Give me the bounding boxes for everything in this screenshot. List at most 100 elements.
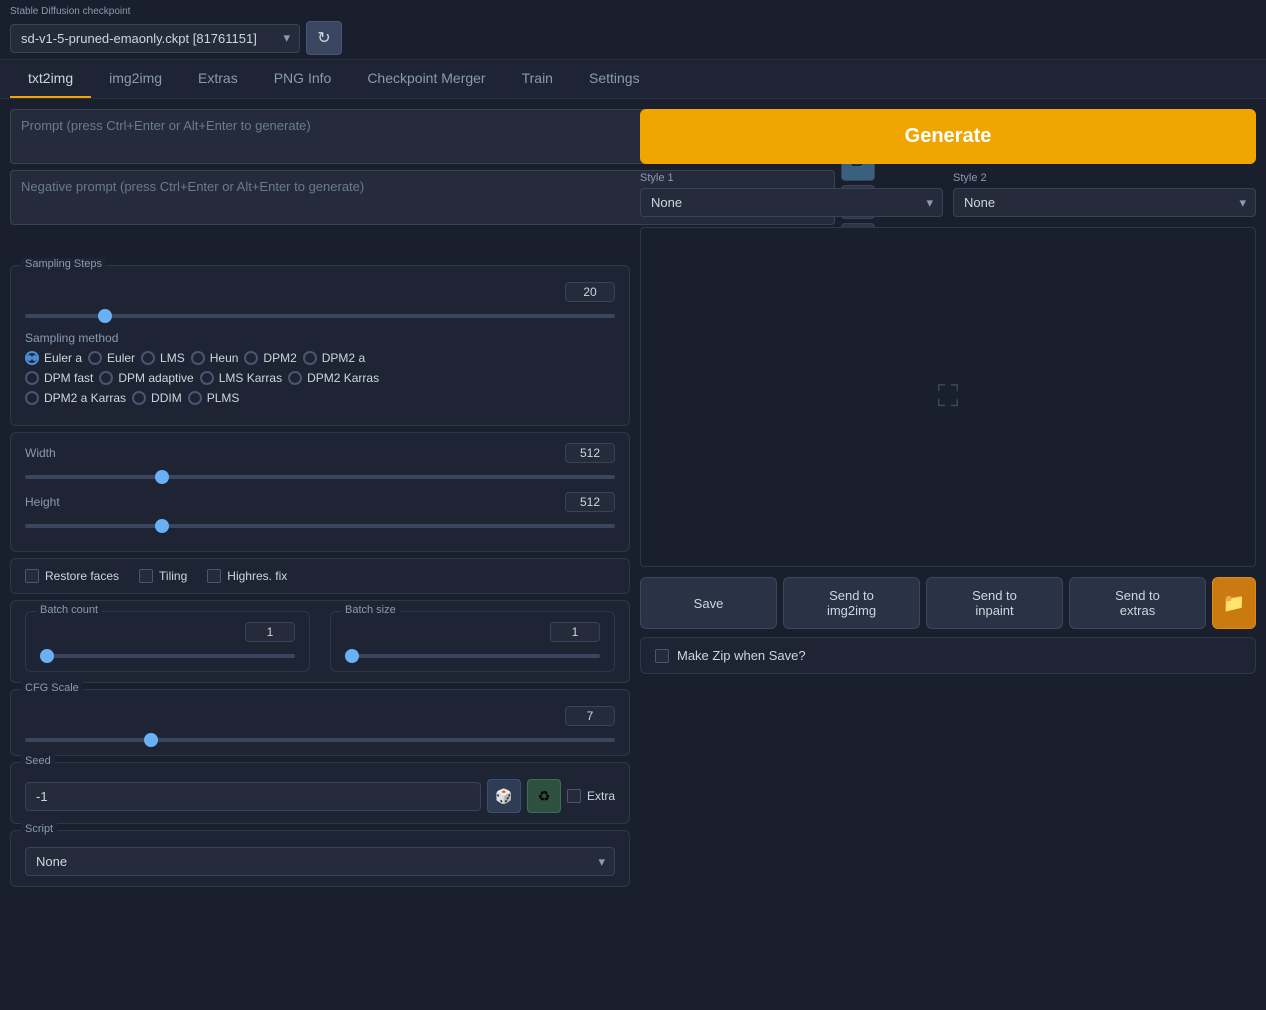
extra-label: Extra [587,789,615,803]
tiling-checkbox[interactable]: Tiling [139,569,187,583]
batch-count-label: Batch count [36,604,102,616]
tab-checkpoint-merger[interactable]: Checkpoint Merger [349,60,503,98]
radio-label-plms: PLMS [207,391,240,405]
sampling-steps-row: 20 [25,282,615,302]
style2-label: Style 2 [953,172,1256,184]
sampling-steps-slider[interactable] [25,314,615,318]
tab-png-info[interactable]: PNG Info [256,60,350,98]
style1-label: Style 1 [640,172,943,184]
style2-select[interactable]: None [953,188,1256,217]
radio-circle-dpm2-a-karras [25,391,39,405]
send-inpaint-button[interactable]: Send to inpaint [926,577,1063,629]
image-preview: ⛶ [640,227,1256,567]
radio-circle-lms-karras [200,371,214,385]
extra-checkbox[interactable]: Extra [567,789,615,803]
seed-input[interactable] [25,782,481,811]
radio-euler[interactable]: Euler [88,351,135,365]
negative-prompt-placeholder: Negative prompt (press Ctrl+Enter or Alt… [21,179,364,194]
radio-dpm2-a[interactable]: DPM2 a [303,351,365,365]
cfg-scale-slider[interactable] [25,738,615,742]
action-buttons: Save Send to img2img Send to inpaint Sen… [640,577,1256,629]
tab-txt2img[interactable]: txt2img [10,60,91,98]
tab-train[interactable]: Train [504,60,571,98]
radio-lms[interactable]: LMS [141,351,185,365]
width-group: Width 512 [25,443,615,482]
radio-label-dpm2-a: DPM2 a [322,351,365,365]
right-panel: Generate Style 1 None Style 2 None [630,109,1256,887]
cfg-scale-label: CFG Scale [21,682,83,694]
radio-dpm2-karras[interactable]: DPM2 Karras [288,371,379,385]
radio-dpm-adaptive[interactable]: DPM adaptive [99,371,193,385]
radio-circle-plms [188,391,202,405]
width-row: Width 512 [25,443,615,463]
checkbox-row: Restore faces Tiling Highres. fix [10,558,630,594]
tiling-label: Tiling [159,569,187,583]
radio-circle-dpm2-karras [288,371,302,385]
batch-count-group: Batch count 1 [25,611,310,672]
batch-count-slider[interactable] [40,654,295,658]
batch-size-group: Batch size 1 [330,611,615,672]
width-value: 512 [565,443,615,463]
zip-label: Make Zip when Save? [677,648,806,663]
width-slider[interactable] [25,475,615,479]
extra-box [567,789,581,803]
seed-row: 🎲 ♻ Extra [25,779,615,813]
batch-size-row: 1 [345,622,600,642]
radio-circle-euler [88,351,102,365]
sampling-steps-label: Sampling Steps [21,258,106,270]
batch-size-slider[interactable] [345,654,600,658]
left-panel: Prompt (press Ctrl+Enter or Alt+Enter to… [10,109,630,887]
height-value: 512 [565,492,615,512]
tiling-box [139,569,153,583]
radio-label-lms: LMS [160,351,185,365]
folder-button[interactable]: 📁 [1212,577,1256,629]
height-row: Height 512 [25,492,615,512]
radio-lms-karras[interactable]: LMS Karras [200,371,282,385]
radio-circle-ddim [132,391,146,405]
batch-section: Batch count 1 Batch size 1 [10,600,630,683]
checkpoint-select[interactable]: sd-v1-5-pruned-emaonly.ckpt [81761151] [10,24,300,53]
zip-checkbox[interactable] [655,649,669,663]
radio-circle-dpm2 [244,351,258,365]
batch-size-label: Batch size [341,604,400,616]
header: Stable Diffusion checkpoint sd-v1-5-prun… [0,0,1266,60]
radio-dpm2-a-karras[interactable]: DPM2 a Karras [25,391,126,405]
radio-dpm2[interactable]: DPM2 [244,351,296,365]
script-section: Script None [10,830,630,887]
radio-ddim[interactable]: DDIM [132,391,182,405]
highres-fix-checkbox[interactable]: Highres. fix [207,569,287,583]
seed-label: Seed [21,755,55,767]
tab-extras[interactable]: Extras [180,60,256,98]
send-img2img-button[interactable]: Send to img2img [783,577,920,629]
restore-faces-checkbox[interactable]: Restore faces [25,569,119,583]
radio-euler-a[interactable]: Euler a [25,351,82,365]
radio-label-euler-a: Euler a [44,351,82,365]
sampling-method-label: Sampling method [25,331,615,345]
radio-plms[interactable]: PLMS [188,391,240,405]
restore-faces-label: Restore faces [45,569,119,583]
radio-dpm-fast[interactable]: DPM fast [25,371,93,385]
sampling-steps-value: 20 [565,282,615,302]
prompt-row: Prompt (press Ctrl+Enter or Alt+Enter to… [10,109,630,257]
save-button[interactable]: Save [640,577,777,629]
recycle-button[interactable]: ♻ [527,779,561,813]
tab-settings[interactable]: Settings [571,60,658,98]
generate-button[interactable]: Generate [640,109,1256,164]
send-extras-button[interactable]: Send to extras [1069,577,1206,629]
positive-prompt-placeholder: Prompt (press Ctrl+Enter or Alt+Enter to… [21,118,311,133]
sampling-method-grid: Euler a Euler LMS Heun [25,351,615,365]
style1-select[interactable]: None [640,188,943,217]
radio-label-dpm2-a-karras: DPM2 a Karras [44,391,126,405]
height-slider[interactable] [25,524,615,528]
script-select[interactable]: None [25,847,615,876]
radio-label-euler: Euler [107,351,135,365]
tab-img2img[interactable]: img2img [91,60,180,98]
checkpoint-label: Stable Diffusion checkpoint [10,6,1256,17]
radio-label-heun: Heun [210,351,239,365]
dice-button[interactable]: 🎲 [487,779,521,813]
radio-heun[interactable]: Heun [191,351,239,365]
radio-label-dpm-fast: DPM fast [44,371,93,385]
highres-fix-box [207,569,221,583]
refresh-button[interactable]: ↻ [306,21,342,55]
size-section: Width 512 Height 512 [10,432,630,552]
